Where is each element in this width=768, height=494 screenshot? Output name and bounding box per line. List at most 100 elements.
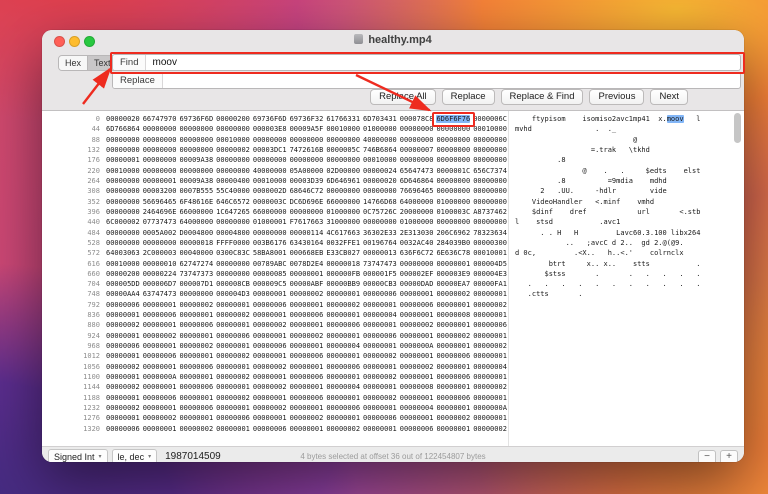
- hex-group[interactable]: 00000002: [106, 383, 140, 391]
- hex-group[interactable]: 00000001: [400, 332, 434, 340]
- hex-row[interactable]: 264 00000000 00000001 00009A38 00000400 00010…: [42, 176, 744, 186]
- hex-group[interactable]: 00000000: [473, 198, 507, 206]
- ascii-text[interactable]: 2 .UU. -hdlr vide: [515, 187, 700, 195]
- hex-group[interactable]: 00000006: [363, 290, 397, 298]
- hex-group[interactable]: 00000001: [143, 177, 177, 185]
- hex-group[interactable]: 00000001: [290, 342, 324, 350]
- hex-group[interactable]: 00000006: [253, 301, 287, 309]
- hex-group[interactable]: 00000000: [290, 136, 324, 144]
- hex-group[interactable]: 00000006: [179, 363, 213, 371]
- hex-group[interactable]: 00000000: [436, 125, 470, 133]
- hex-group[interactable]: 00000002: [290, 332, 324, 340]
- hex-group[interactable]: 00000BB9: [326, 280, 360, 288]
- hex-group[interactable]: 00000006: [290, 394, 324, 402]
- find-field[interactable]: Find moov: [112, 54, 741, 71]
- hex-group[interactable]: 00000000: [143, 167, 177, 175]
- hex-group[interactable]: 00000007: [400, 146, 434, 154]
- hex-group[interactable]: 00000001: [473, 311, 507, 319]
- hex-group[interactable]: 00000006: [400, 301, 434, 309]
- hex-row[interactable]: 924 00000001 00000002 00000001 00000006 00000…: [42, 331, 744, 341]
- hex-row[interactable]: 880 00000002 00000001 00000006 00000001 00000…: [42, 320, 744, 330]
- hex-group[interactable]: 0000005C: [326, 146, 360, 154]
- hex-group[interactable]: 0000000A: [400, 342, 434, 350]
- hex-row[interactable]: 616 00010000 00000010 62747274 00000000 00789…: [42, 258, 744, 268]
- hex-group[interactable]: 00000001: [363, 425, 397, 433]
- ascii-text[interactable]: [515, 404, 700, 412]
- hex-row[interactable]: 1276 00000001 00000002 00000001 00000006 0000…: [42, 413, 744, 423]
- hex-group[interactable]: 05A00000: [290, 167, 324, 175]
- hex-group[interactable]: 00000013: [363, 249, 397, 257]
- ascii-text[interactable]: $stss . . . . . .: [515, 270, 701, 278]
- hex-group[interactable]: 00003D39: [290, 177, 324, 185]
- hex-group[interactable]: 68646C72: [290, 187, 324, 195]
- hex-row[interactable]: 792 00000006 00000001 00000002 00000001 00000…: [42, 300, 744, 310]
- hex-group[interactable]: 00000006: [216, 414, 250, 422]
- hex-group[interactable]: 00000085: [253, 270, 287, 278]
- hex-group[interactable]: 2C000003: [143, 249, 177, 257]
- hex-group[interactable]: 00010000: [253, 177, 287, 185]
- ascii-text[interactable]: [515, 363, 700, 371]
- ascii-text[interactable]: [515, 414, 700, 422]
- hex-group[interactable]: 00000008: [436, 311, 470, 319]
- hex-group[interactable]: 40000000: [253, 167, 287, 175]
- hex-group[interactable]: 00000000: [106, 187, 140, 195]
- ascii-text[interactable]: .ctts .: [515, 290, 700, 298]
- hex-group[interactable]: 00000000: [436, 156, 470, 164]
- hex-group[interactable]: 0C75726C: [363, 208, 397, 216]
- hex-group[interactable]: 00000000: [400, 260, 434, 268]
- hex-group[interactable]: 00000000: [473, 187, 507, 195]
- hex-group[interactable]: 00000000: [326, 136, 360, 144]
- hex-group[interactable]: 00000000: [436, 218, 470, 226]
- replace-all-button[interactable]: Replace All: [370, 89, 436, 105]
- hex-row[interactable]: 528 00000000 00000000 00000018 FFFF0000 003B6…: [42, 238, 744, 248]
- hex-group[interactable]: 6C000002: [106, 218, 140, 226]
- ascii-text[interactable]: [515, 321, 700, 329]
- hex-group[interactable]: E33CB027: [326, 249, 360, 257]
- hex-group[interactable]: 00000001: [326, 290, 360, 298]
- hex-group[interactable]: 00000000: [400, 156, 434, 164]
- next-button[interactable]: Next: [650, 89, 688, 105]
- hex-group[interactable]: 000000FB: [326, 270, 360, 278]
- hex-group[interactable]: 00000001: [253, 311, 287, 319]
- hex-group[interactable]: 00000000: [436, 187, 470, 195]
- hex-group[interactable]: 00010000: [216, 136, 250, 144]
- hex-group[interactable]: 00000002: [400, 321, 434, 329]
- hex-group[interactable]: 00000001: [400, 311, 434, 319]
- hex-group[interactable]: 00000001: [400, 373, 434, 381]
- hex-group[interactable]: FFFF0000: [216, 239, 250, 247]
- hex-group[interactable]: 00000000: [179, 136, 213, 144]
- hex-group[interactable]: 00000001: [106, 373, 140, 381]
- hex-row[interactable]: 176 00000001 00000000 00009A38 00000000 00000…: [42, 155, 744, 165]
- hex-group[interactable]: 00003200: [143, 187, 177, 195]
- hex-row[interactable]: 484 00000000 0005A002 D0004800 00004800 00000…: [42, 227, 744, 237]
- hex-group[interactable]: 00000001: [436, 363, 470, 371]
- hex-group[interactable]: 78323634: [473, 229, 507, 237]
- hex-group[interactable]: 01000000: [436, 198, 470, 206]
- hex-group[interactable]: 00000006: [436, 394, 470, 402]
- find-input-value[interactable]: moov: [146, 57, 176, 68]
- hex-group[interactable]: 00010001: [473, 249, 507, 257]
- hex-group[interactable]: DC6D696E: [290, 198, 324, 206]
- hex-group[interactable]: 00000114: [290, 229, 324, 237]
- hex-group[interactable]: 00000001: [179, 394, 213, 402]
- ascii-text[interactable]: .. ;avcC d 2.. gd 2.@(@9.: [515, 239, 700, 247]
- hex-group[interactable]: 00000000: [143, 125, 177, 133]
- hex-group[interactable]: 0000006C: [473, 115, 507, 123]
- hex-group[interactable]: 00000001: [253, 332, 287, 340]
- hex-group[interactable]: 000008CB: [216, 280, 250, 288]
- hex-group[interactable]: 00000001: [326, 332, 360, 340]
- hex-group[interactable]: 00000000: [473, 136, 507, 144]
- hex-group[interactable]: 00000010: [143, 260, 177, 268]
- hex-group[interactable]: 00000006: [143, 394, 177, 402]
- hex-group[interactable]: 00000000: [473, 146, 507, 154]
- hex-group[interactable]: 00004800: [216, 229, 250, 237]
- hex-group[interactable]: 00000020: [106, 115, 140, 123]
- hex-group[interactable]: 0005A002: [143, 229, 177, 237]
- ascii-text[interactable]: [515, 342, 700, 350]
- hex-row[interactable]: 1188 00000001 00000006 00000001 00000002 0000…: [42, 392, 744, 402]
- hex-group[interactable]: 000007D1: [179, 280, 213, 288]
- hex-group[interactable]: 00000001: [290, 363, 324, 371]
- hex-group[interactable]: 00000001: [179, 311, 213, 319]
- hex-group[interactable]: 00000000: [216, 167, 250, 175]
- hex-group[interactable]: 00000006: [106, 342, 140, 350]
